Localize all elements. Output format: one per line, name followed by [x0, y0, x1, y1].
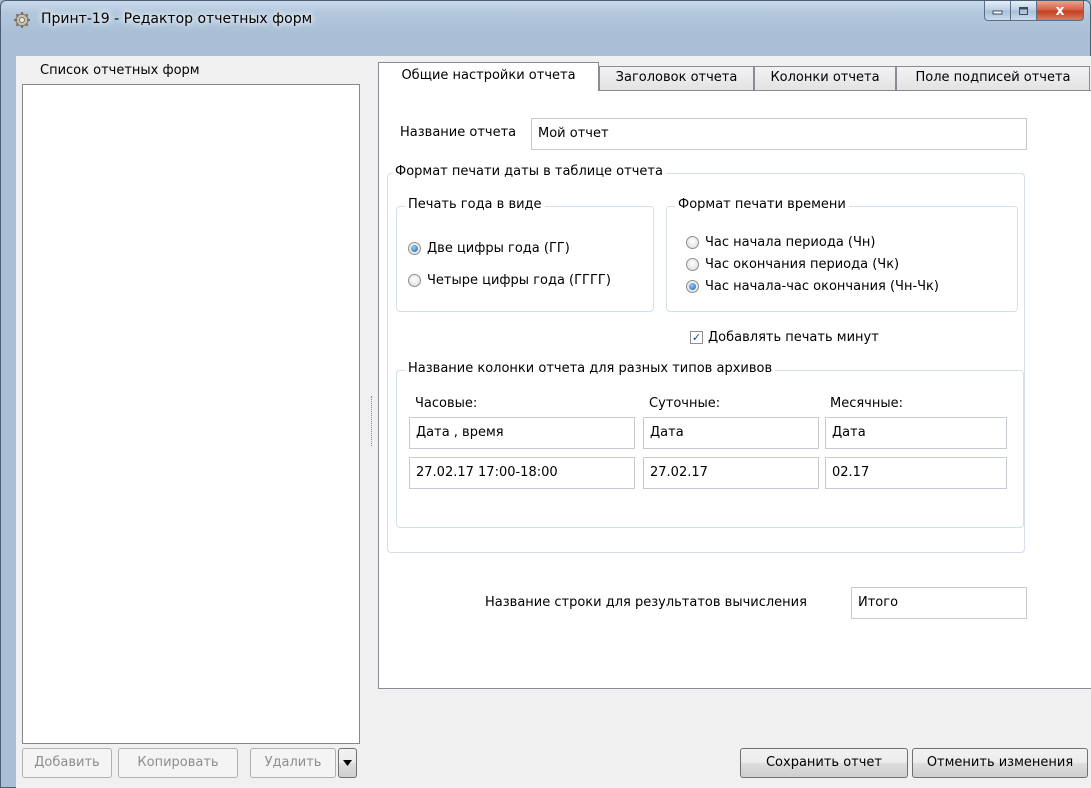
monthly-label: Месячные:	[830, 396, 904, 411]
monthly-sample-field: 02.17	[825, 457, 1007, 489]
year-format-group: Печать года в виде Две цифры года (ГГ) Ч…	[396, 197, 654, 312]
hourly-sample-field: 27.02.17 17:00-18:00	[409, 457, 635, 489]
time-start-hour-option[interactable]: Час начала периода (Чн)	[686, 235, 875, 250]
delete-button[interactable]: Удалить	[250, 748, 336, 778]
hourly-name-input[interactable]: Дата , время	[409, 417, 635, 449]
time-end-hour-radio[interactable]	[686, 258, 699, 271]
daily-name-input[interactable]: Дата	[643, 417, 819, 449]
report-name-label: Название отчета	[400, 125, 517, 140]
maximize-icon	[1019, 6, 1028, 15]
year-four-digits-radio[interactable]	[408, 274, 421, 287]
copy-button[interactable]: Копировать	[118, 748, 238, 778]
gear-icon	[14, 12, 30, 28]
report-forms-panel: Список отчетных форм	[22, 60, 360, 760]
column-names-group: Название колонки отчета для разных типов…	[396, 361, 1024, 528]
time-range-radio[interactable]	[686, 280, 699, 293]
daily-label: Суточные:	[649, 396, 721, 411]
hourly-label: Часовые:	[415, 396, 478, 411]
time-range-label: Час начала-час окончания (Чн-Чк)	[705, 279, 939, 294]
tab-general[interactable]: Общие настройки отчета	[378, 62, 599, 91]
chevron-down-icon	[343, 760, 352, 766]
window-title: Принт-19 - Редактор отчетных форм	[41, 11, 313, 27]
tab-header[interactable]: Заголовок отчета	[599, 66, 754, 90]
date-format-group: Формат печати даты в таблице отчета Печа…	[387, 164, 1025, 553]
year-format-caption: Печать года в виде	[405, 197, 545, 212]
title-bar[interactable]: Принт-19 - Редактор отчетных форм x	[1, 1, 1090, 41]
year-two-digits-label: Две цифры года (ГГ)	[427, 241, 570, 256]
total-row-input[interactable]: Итого	[851, 587, 1027, 619]
add-minutes-label: Добавлять печать минут	[708, 330, 879, 345]
time-format-caption: Формат печати времени	[675, 197, 849, 212]
add-minutes-option[interactable]: ✓ Добавлять печать минут	[690, 330, 879, 345]
year-four-digits-label: Четыре цифры года (ГГГГ)	[427, 273, 611, 288]
app-window: Принт-19 - Редактор отчетных форм x Спис…	[0, 0, 1091, 788]
time-end-hour-label: Час окончания периода (Чк)	[705, 257, 900, 272]
add-minutes-checkbox[interactable]: ✓	[690, 331, 703, 344]
time-format-group: Формат печати времени Час начала периода…	[666, 197, 1018, 312]
minimize-button[interactable]	[984, 1, 1011, 21]
splitter-handle[interactable]	[371, 396, 374, 446]
save-report-button[interactable]: Сохранить отчет	[740, 748, 908, 778]
settings-tabs: Общие настройки отчета Заголовок отчета …	[378, 62, 1091, 91]
close-icon: x	[1055, 2, 1065, 19]
year-four-digits-option[interactable]: Четыре цифры года (ГГГГ)	[408, 273, 611, 288]
close-button[interactable]: x	[1037, 1, 1084, 21]
time-end-hour-option[interactable]: Час окончания периода (Чк)	[686, 257, 899, 272]
report-forms-list[interactable]	[22, 84, 360, 744]
monthly-name-input[interactable]: Дата	[825, 417, 1007, 449]
total-row-label: Название строки для результатов вычислен…	[485, 595, 807, 610]
client-area: Список отчетных форм Добавить Копировать…	[16, 56, 1091, 788]
year-two-digits-option[interactable]: Две цифры года (ГГ)	[408, 241, 570, 256]
time-range-option[interactable]: Час начала-час окончания (Чн-Чк)	[686, 279, 939, 294]
report-name-input[interactable]: Мой отчет	[531, 118, 1027, 150]
cancel-changes-button[interactable]: Отменить изменения	[912, 748, 1088, 778]
date-format-caption: Формат печати даты в таблице отчета	[392, 164, 666, 179]
minimize-icon	[992, 10, 1003, 15]
add-button[interactable]: Добавить	[22, 748, 112, 778]
time-start-hour-radio[interactable]	[686, 236, 699, 249]
year-two-digits-radio[interactable]	[408, 242, 421, 255]
check-icon: ✓	[691, 331, 702, 344]
delete-dropdown-button[interactable]	[338, 748, 357, 778]
daily-sample-field: 27.02.17	[643, 457, 819, 489]
time-start-hour-label: Час начала периода (Чн)	[705, 235, 876, 250]
list-buttons: Добавить Копировать Удалить	[22, 748, 362, 778]
tab-columns[interactable]: Колонки отчета	[754, 66, 896, 90]
tab-signatures[interactable]: Поле подписей отчета	[896, 66, 1090, 90]
window-controls: x	[984, 1, 1084, 23]
column-names-caption: Название колонки отчета для разных типов…	[405, 361, 776, 376]
general-settings-page: Название отчета Мой отчет Формат печати …	[378, 90, 1091, 689]
maximize-button[interactable]	[1011, 1, 1037, 21]
report-forms-caption: Список отчетных форм	[38, 63, 202, 78]
